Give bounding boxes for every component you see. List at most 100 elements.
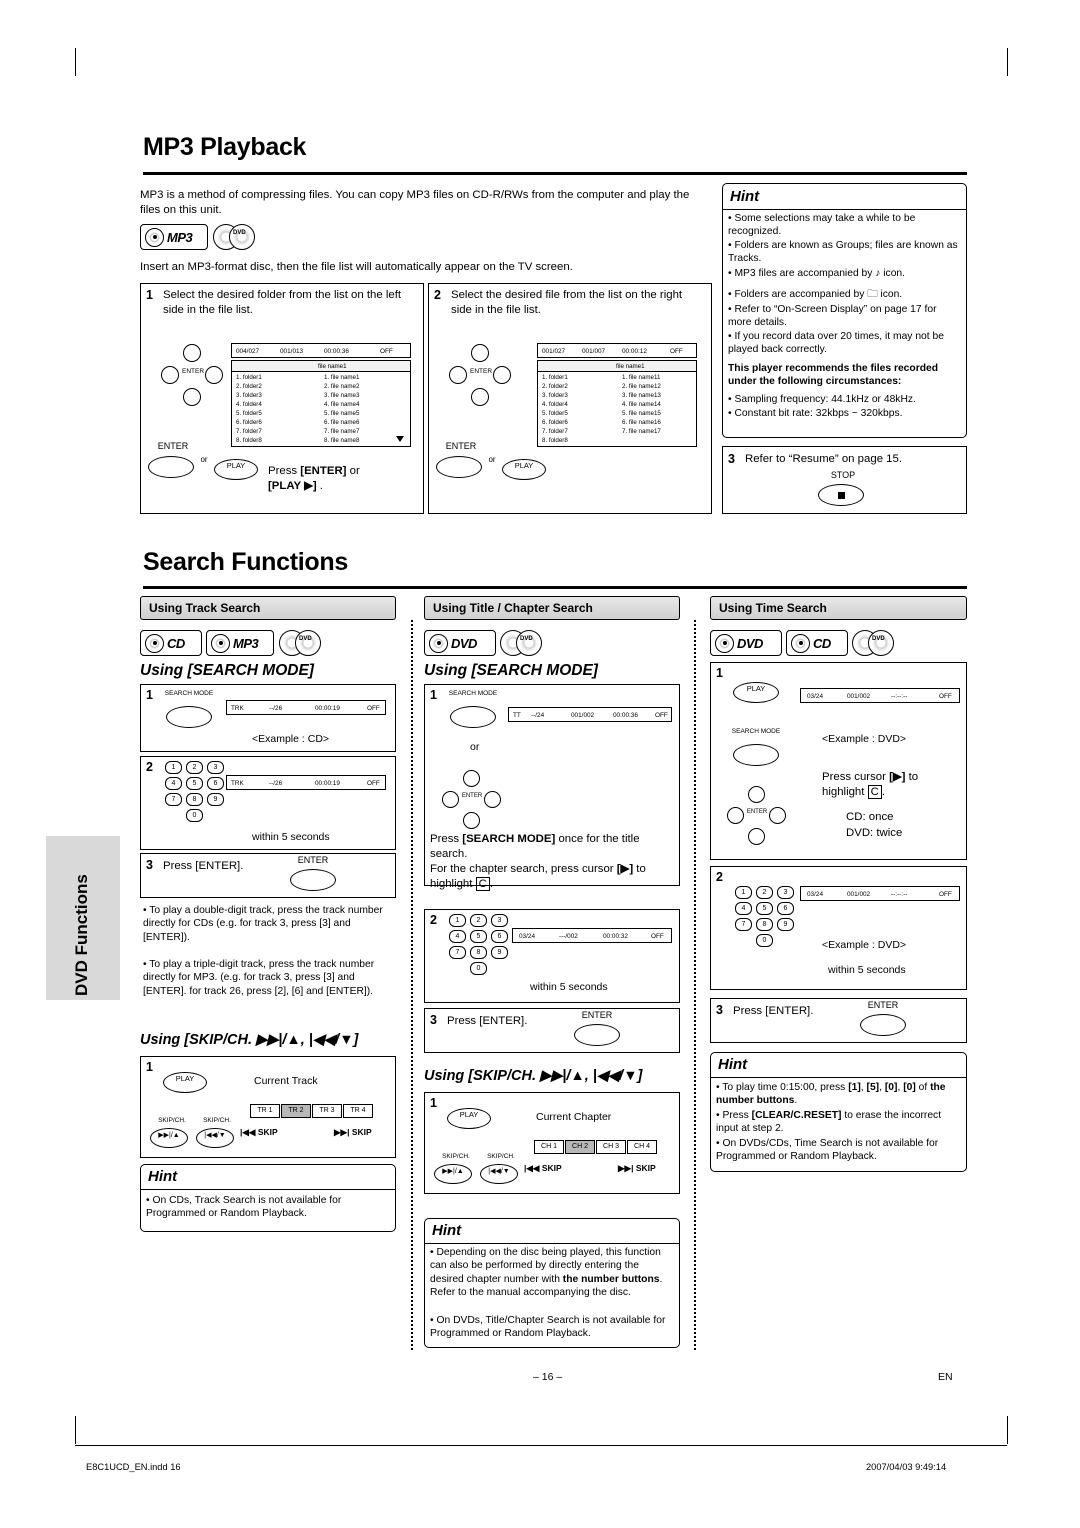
list-item[interactable]: 1. folder1 [542, 374, 568, 381]
number-button-5[interactable]: 5 [186, 777, 203, 790]
cursor-down-button[interactable] [463, 812, 480, 829]
within5-label: within 5 seconds [828, 964, 906, 976]
list-item[interactable]: 4. file name14 [622, 401, 661, 408]
list-item[interactable]: 3. folder3 [236, 392, 262, 399]
number-button-2[interactable]: 2 [186, 761, 203, 774]
search-mode-button[interactable] [733, 744, 779, 766]
number-button-0[interactable]: 0 [756, 934, 773, 947]
list-item[interactable]: 6. folder6 [236, 419, 262, 426]
list-item[interactable]: 5. file name15 [622, 410, 661, 417]
list-item[interactable]: 2. folder2 [542, 383, 568, 390]
list-item[interactable]: 3. file name3 [324, 392, 359, 399]
number-button-6[interactable]: 6 [777, 902, 794, 915]
cursor-left-button[interactable] [449, 366, 467, 384]
footer-rule [75, 1445, 1007, 1446]
search-mode-button[interactable] [166, 706, 212, 728]
list-item[interactable]: 8. file name8 [324, 437, 359, 444]
step-number: 1 [146, 688, 153, 702]
number-button-2[interactable]: 2 [470, 914, 487, 927]
list-item[interactable]: 3. file name13 [622, 392, 661, 399]
list-item[interactable]: 6. file name16 [622, 419, 661, 426]
cursor-up-button[interactable] [471, 344, 489, 362]
enter-button[interactable] [574, 1024, 620, 1046]
enter-button[interactable] [148, 456, 194, 478]
number-button-2[interactable]: 2 [756, 886, 773, 899]
number-button-5[interactable]: 5 [756, 902, 773, 915]
page-title: MP3 Playback [143, 133, 307, 161]
list-item[interactable]: 8. folder8 [236, 437, 262, 444]
number-button-6[interactable]: 6 [207, 777, 224, 790]
number-button-0[interactable]: 0 [186, 809, 203, 822]
osd-bar: TRK --/26 00:00:19 OFF [226, 700, 386, 715]
number-button-4[interactable]: 4 [165, 777, 182, 790]
number-button-8[interactable]: 8 [756, 918, 773, 931]
cursor-up-button[interactable] [463, 770, 480, 787]
number-button-9[interactable]: 9 [777, 918, 794, 931]
list-item[interactable]: 6. file name6 [324, 419, 359, 426]
number-button-3[interactable]: 3 [207, 761, 224, 774]
search-mode-button[interactable] [450, 706, 496, 728]
logo-label: DVD [451, 635, 477, 651]
list-item[interactable]: 5. folder5 [236, 410, 262, 417]
hint-item: • To play time 0:15:00, press [1], [5], … [716, 1082, 946, 1107]
list-item[interactable]: 4. folder4 [542, 401, 568, 408]
list-item[interactable]: 7. folder7 [236, 428, 262, 435]
number-button-1[interactable]: 1 [735, 886, 752, 899]
skip-forward-icon: ▶▶|/▲ [442, 1168, 464, 1175]
scroll-down-icon[interactable] [396, 436, 404, 442]
cursor-right-button[interactable] [769, 807, 786, 824]
logo-label: CD [813, 635, 831, 651]
number-button-9[interactable]: 9 [207, 793, 224, 806]
cursor-up-button[interactable] [748, 786, 765, 803]
list-item[interactable]: 4. file name4 [324, 401, 359, 408]
list-item[interactable]: 7. file name17 [622, 428, 661, 435]
logo-mp3: MP3 [206, 630, 274, 656]
file-list[interactable]: file name1 1. folder1 2. folder2 3. fold… [537, 360, 697, 447]
list-item[interactable]: 1. folder1 [236, 374, 262, 381]
file-list[interactable]: file name1 1. folder1 2. folder2 3. fold… [231, 360, 411, 447]
list-item[interactable]: 4. folder4 [236, 401, 262, 408]
cursor-left-button[interactable] [442, 791, 459, 808]
track-search-sub1: Using [SEARCH MODE] [140, 662, 314, 679]
number-button-9[interactable]: 9 [491, 946, 508, 959]
list-item[interactable]: 2. file name12 [622, 383, 661, 390]
number-button-1[interactable]: 1 [449, 914, 466, 927]
number-button-3[interactable]: 3 [777, 886, 794, 899]
number-button-8[interactable]: 8 [186, 793, 203, 806]
number-button-3[interactable]: 3 [491, 914, 508, 927]
cursor-down-button[interactable] [748, 828, 765, 845]
cursor-down-button[interactable] [183, 388, 201, 406]
list-item[interactable]: 5. folder5 [542, 410, 568, 417]
list-item[interactable]: 1. file name1 [324, 374, 359, 381]
list-item[interactable]: 2. folder2 [236, 383, 262, 390]
enter-button[interactable] [860, 1014, 906, 1036]
list-item[interactable]: 7. file name7 [324, 428, 359, 435]
enter-button[interactable] [436, 456, 482, 478]
number-button-0[interactable]: 0 [470, 962, 487, 975]
enter-button[interactable] [290, 869, 336, 891]
list-item[interactable]: 6. folder6 [542, 419, 568, 426]
cursor-up-button[interactable] [183, 344, 201, 362]
list-item[interactable]: 1. file name11 [622, 374, 660, 381]
list-item[interactable]: 8. folder8 [542, 437, 568, 444]
number-button-4[interactable]: 4 [735, 902, 752, 915]
number-button-7[interactable]: 7 [735, 918, 752, 931]
cursor-right-button[interactable] [484, 791, 501, 808]
list-item[interactable]: 2. file name2 [324, 383, 359, 390]
logo-label: MP3 [167, 229, 193, 245]
list-item[interactable]: 5. file name5 [324, 410, 359, 417]
cursor-left-button[interactable] [727, 807, 744, 824]
cursor-left-button[interactable] [161, 366, 179, 384]
number-button-7[interactable]: 7 [449, 946, 466, 959]
list-item[interactable]: 3. folder3 [542, 392, 568, 399]
number-button-6[interactable]: 6 [491, 930, 508, 943]
list-item[interactable]: 7. folder7 [542, 428, 568, 435]
number-button-5[interactable]: 5 [470, 930, 487, 943]
number-button-7[interactable]: 7 [165, 793, 182, 806]
osd-title: 03/24 [807, 693, 823, 700]
number-button-4[interactable]: 4 [449, 930, 466, 943]
number-button-8[interactable]: 8 [470, 946, 487, 959]
logo-label: MP3 [233, 635, 259, 651]
number-button-1[interactable]: 1 [165, 761, 182, 774]
cursor-down-button[interactable] [471, 388, 489, 406]
